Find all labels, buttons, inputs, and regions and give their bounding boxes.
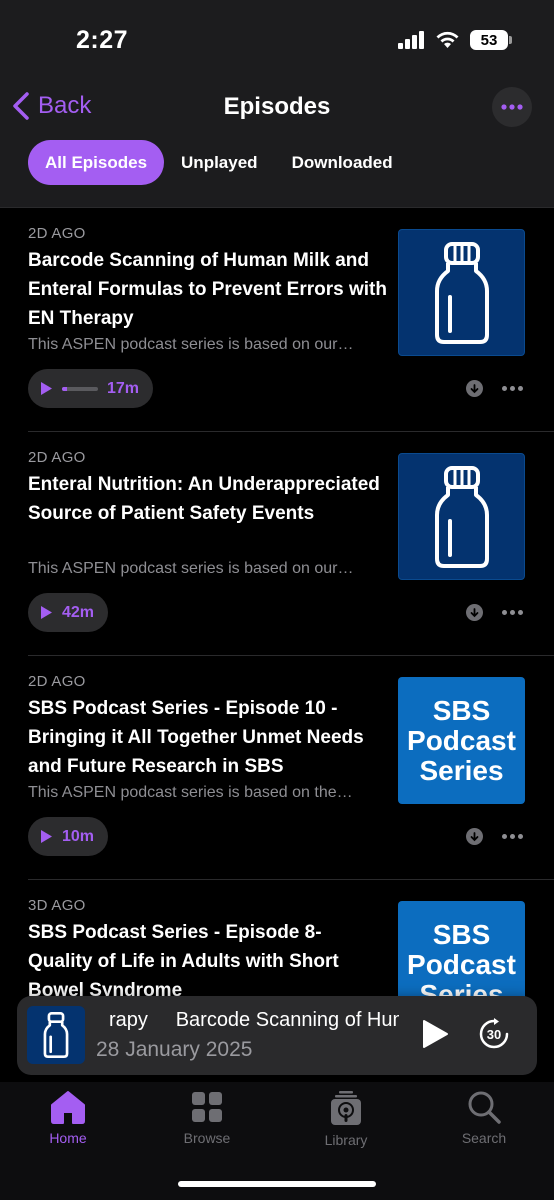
- mini-player-date: 28 January 2025: [96, 1038, 253, 1061]
- home-indicator: [178, 1181, 376, 1187]
- play-icon: [41, 606, 52, 619]
- artwork-text: SBS: [432, 694, 491, 726]
- episode-row[interactable]: 2D AGO Barcode Scanning of Human Milk an…: [28, 208, 554, 432]
- artwork-text: Series: [419, 754, 504, 786]
- episode-description: This ASPEN podcast series is based on th…: [28, 784, 353, 801]
- filter-unplayed[interactable]: Unplayed: [164, 140, 275, 185]
- filter-all-episodes[interactable]: All Episodes: [28, 140, 165, 185]
- tab-library[interactable]: Library: [291, 1090, 401, 1148]
- artwork-text: Podcast: [407, 948, 516, 980]
- bottle-icon: [434, 465, 489, 568]
- episode-date: 2D AGO: [28, 449, 86, 466]
- episode-more-icon[interactable]: [502, 834, 523, 839]
- episode-list: 2D AGO Barcode Scanning of Human Milk an…: [0, 208, 554, 1104]
- episode-row[interactable]: 2D AGO SBS Podcast Series - Episode 10 -…: [28, 656, 554, 880]
- episode-artwork[interactable]: [398, 453, 525, 580]
- episode-progress-fill: [62, 386, 68, 391]
- tab-home[interactable]: Home: [13, 1090, 123, 1146]
- episode-title[interactable]: SBS Podcast Series - Episode 8- Quality …: [28, 918, 388, 1005]
- skip-seconds: 30: [487, 1027, 501, 1042]
- episode-title[interactable]: SBS Podcast Series - Episode 10 - Bringi…: [28, 694, 388, 781]
- episode-more-icon[interactable]: [502, 386, 523, 391]
- status-time: 2:27: [76, 26, 129, 54]
- tab-label: Search: [461, 1130, 507, 1146]
- mini-player-artwork[interactable]: [27, 1006, 85, 1064]
- ellipsis-icon: [501, 104, 523, 110]
- episode-description: This ASPEN podcast series is based on ou…: [28, 560, 354, 577]
- house-icon: [51, 1091, 85, 1124]
- tab-label: Library: [324, 1132, 368, 1148]
- episode-artwork[interactable]: [398, 229, 525, 356]
- episode-row[interactable]: 2D AGO Enteral Nutrition: An Underapprec…: [28, 432, 554, 656]
- status-icons: 53: [398, 30, 512, 50]
- download-icon[interactable]: [466, 828, 483, 845]
- play-icon: [41, 830, 52, 843]
- download-icon[interactable]: [466, 604, 483, 621]
- episode-date: 2D AGO: [28, 225, 86, 242]
- episode-date: 2D AGO: [28, 673, 86, 690]
- episode-title[interactable]: Enteral Nutrition: An Underappreciated S…: [28, 470, 388, 528]
- page-title: Episodes: [223, 93, 331, 120]
- tab-browse[interactable]: Browse: [152, 1090, 262, 1146]
- play-episode-button[interactable]: 10m: [28, 817, 109, 856]
- download-icon[interactable]: [466, 380, 483, 397]
- grid-icon: [192, 1092, 222, 1122]
- mini-player[interactable]: rapy Barcode Scanning of Human Milk 28 J…: [17, 996, 537, 1075]
- battery-icon: 53: [470, 30, 512, 50]
- episode-duration: 10m: [62, 827, 95, 845]
- battery-level: 53: [480, 31, 498, 49]
- episode-duration: 42m: [62, 603, 95, 621]
- episode-description: This ASPEN podcast series is based on ou…: [28, 336, 354, 353]
- artwork-text: SBS: [432, 918, 491, 950]
- episode-title[interactable]: Barcode Scanning of Human Milk and Enter…: [28, 246, 388, 333]
- episode-duration: 17m: [107, 379, 140, 397]
- play-episode-button[interactable]: 17m: [28, 369, 154, 408]
- episode-artwork[interactable]: SBS Podcast Series: [398, 677, 525, 804]
- episode-filter-tabs: All Episodes Unplayed Downloaded: [28, 140, 410, 185]
- mini-player-title: rapy Barcode Scanning of Human Milk: [109, 1009, 399, 1031]
- more-options-button[interactable]: [492, 87, 532, 127]
- filter-downloaded[interactable]: Downloaded: [275, 140, 410, 185]
- tab-label: Browse: [183, 1130, 231, 1146]
- bottle-icon: [434, 241, 489, 344]
- signal-icon: [398, 31, 424, 49]
- status-bar: 2:27 53: [0, 0, 554, 80]
- episode-progress-bar: [62, 386, 98, 391]
- wifi-icon: [436, 31, 459, 48]
- tab-label: Home: [49, 1130, 87, 1146]
- play-icon: [41, 382, 52, 395]
- tab-search[interactable]: Search: [429, 1090, 539, 1146]
- nav-bar: Back Episodes All Episodes Unplayed Down…: [0, 80, 554, 208]
- play-icon[interactable]: [420, 1018, 450, 1050]
- search-icon: [468, 1091, 501, 1124]
- play-episode-button[interactable]: 42m: [28, 593, 109, 632]
- episode-date: 3D AGO: [28, 897, 86, 914]
- episode-more-icon[interactable]: [502, 610, 523, 615]
- library-icon: [331, 1091, 361, 1125]
- skip-forward-30-icon[interactable]: 30: [477, 1017, 511, 1051]
- artwork-text: Podcast: [407, 724, 516, 756]
- bottle-icon: [43, 1012, 69, 1058]
